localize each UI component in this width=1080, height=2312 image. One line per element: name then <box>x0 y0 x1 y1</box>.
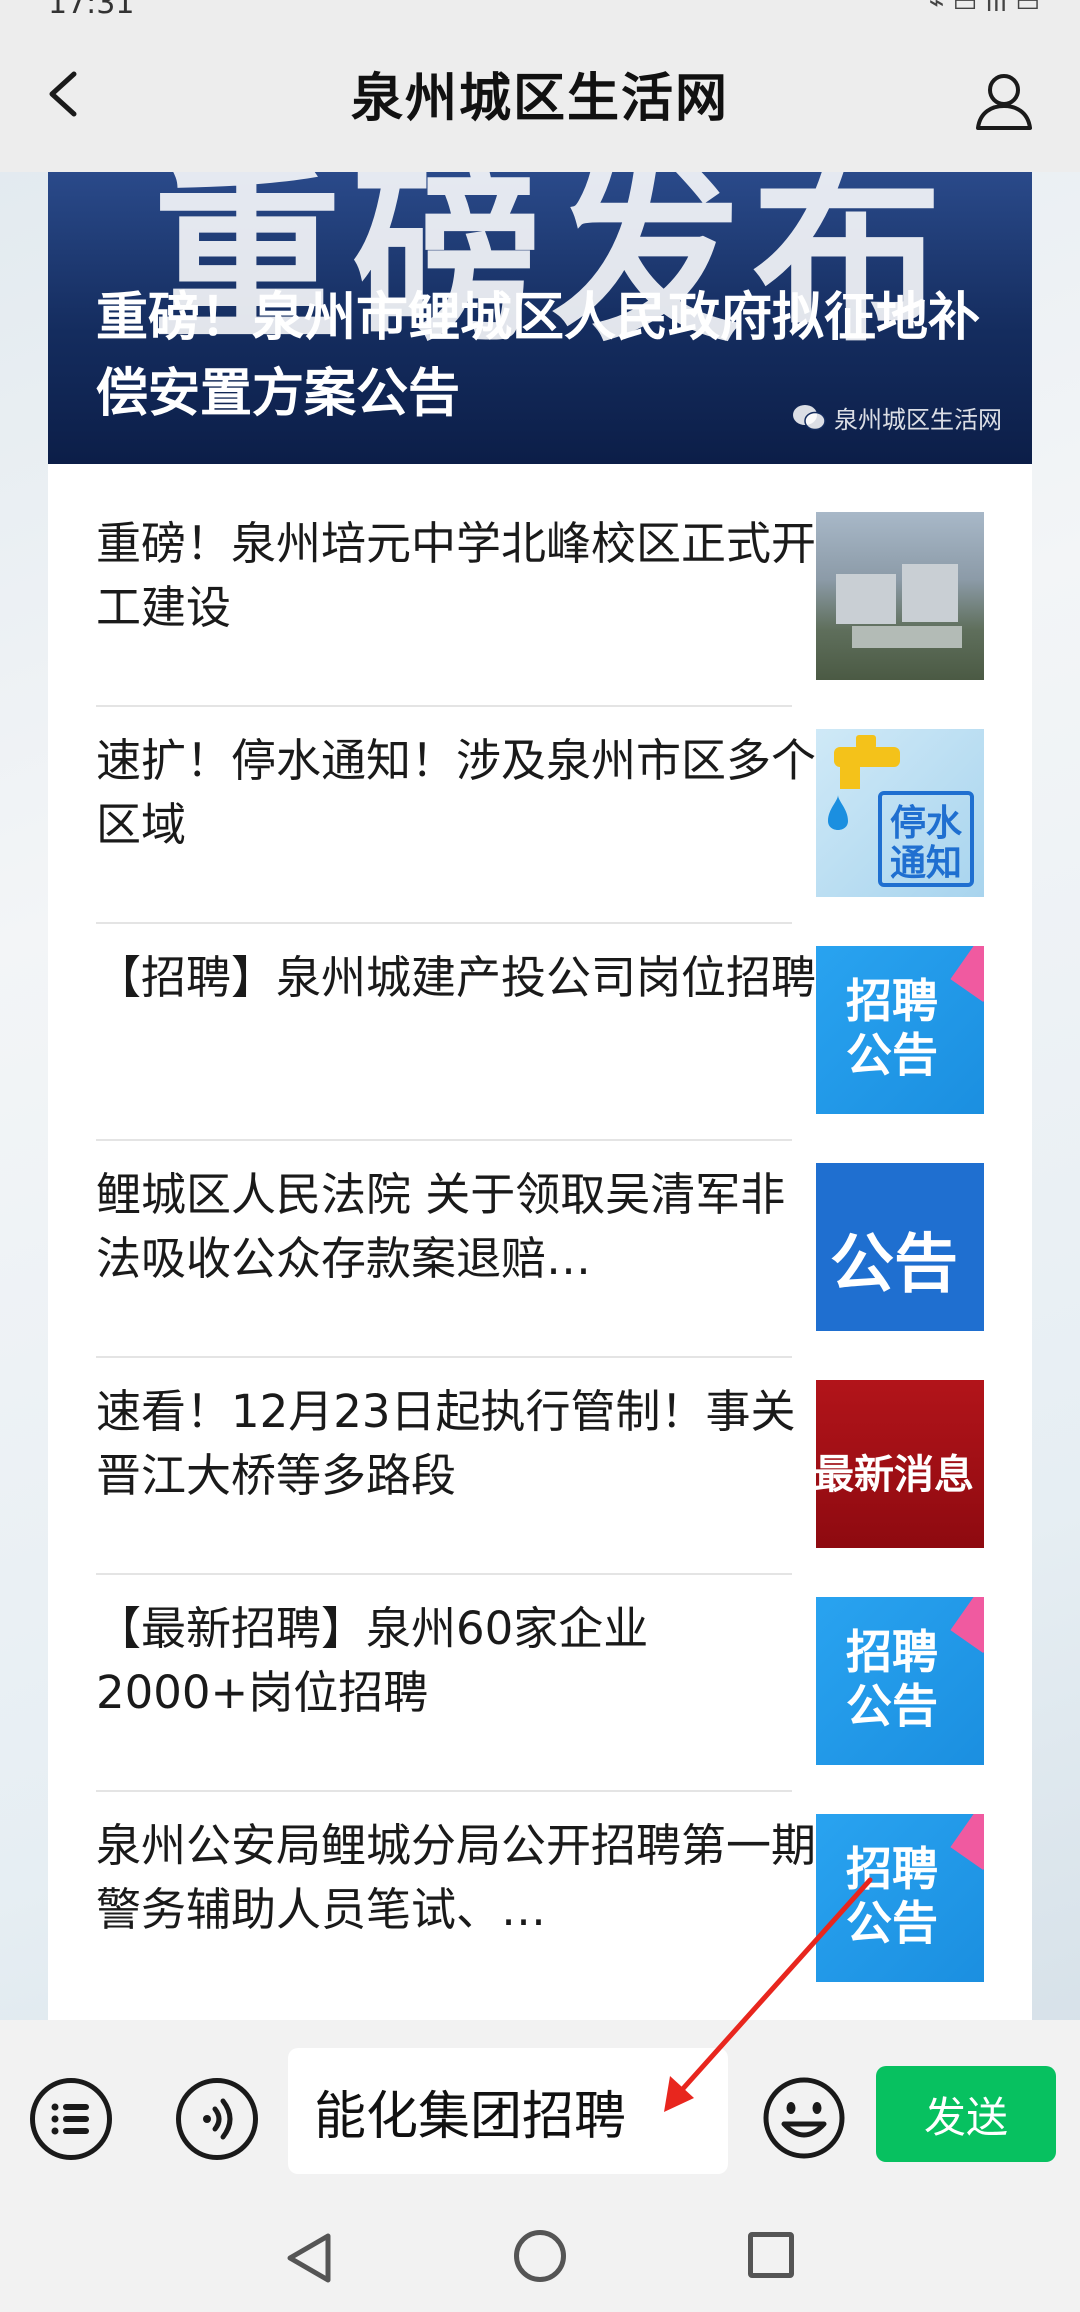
user-icon[interactable] <box>972 68 1036 132</box>
nav-back-icon[interactable] <box>282 2230 338 2286</box>
list-item[interactable]: 泉州公安局鲤城分局公开招聘第一期警务辅助人员笔试、… 招聘 公告 <box>48 1766 1032 1983</box>
article-thumbnail: 停水 通知 <box>816 729 984 897</box>
thumb-text: 最新消息 <box>816 1452 974 1498</box>
list-item[interactable]: 【招聘】泉州城建产投公司岗位招聘 招聘 公告 <box>48 898 1032 1141</box>
thumb-stripe <box>950 946 984 1003</box>
send-button[interactable]: 发送 <box>876 2066 1056 2162</box>
thumb-text: 公告 <box>830 1228 958 1302</box>
list-item[interactable]: 鲤城区人民法院 关于领取吴清军非法吸收公众存款案退赔… 公告 <box>48 1115 1032 1358</box>
emoji-icon[interactable] <box>762 2076 846 2160</box>
app-screen: 17:31 ⌁ ▭ ıll ▭ 泉州城区生活网 重磅发布 重磅！泉州市鲤城区人民… <box>0 0 1080 2312</box>
wechat-icon <box>793 404 826 430</box>
system-nav-bar <box>0 2200 1080 2312</box>
article-thumbnail <box>816 512 984 680</box>
header-bar: 泉州城区生活网 <box>0 14 1080 172</box>
voice-icon[interactable] <box>176 2078 258 2160</box>
list-item[interactable]: 重磅！泉州培元中学北峰校区正式开工建设 <box>48 464 1032 707</box>
article-thumbnail: 公告 <box>816 1163 984 1331</box>
hero-source-label: 泉州城区生活网 <box>834 406 1002 434</box>
article-title: 【最新招聘】泉州60家企业2000+岗位招聘 <box>96 1602 649 1719</box>
thumb-stripe <box>950 1814 984 1871</box>
article-thumbnail: 最新消息 <box>816 1380 984 1548</box>
article-title: 速扩！停水通知！涉及泉州市区多个区域 <box>96 734 816 851</box>
thumb-text: 招聘 公告 <box>846 1842 938 1950</box>
article-title: 速看！12月23日起执行管制！事关晋江大桥等多路段 <box>96 1385 796 1502</box>
article-thumbnail: 招聘 公告 <box>816 1814 984 1982</box>
article-thumbnail: 招聘 公告 <box>816 946 984 1114</box>
article-list: 重磅！泉州培元中学北峰校区正式开工建设 速扩！停水通知！涉及泉州市区多个区域 停… <box>48 464 1032 1983</box>
thumb-text-top: 停水 <box>890 803 963 844</box>
article-card: 重磅发布 重磅！泉州市鲤城区人民政府拟征地补偿安置方案公告 泉州城区生活网 重磅… <box>48 172 1032 2020</box>
article-title: 泉州公安局鲤城分局公开招聘第一期警务辅助人员笔试、… <box>96 1819 816 1936</box>
thumb-text: 招聘 公告 <box>846 974 938 1082</box>
message-input[interactable] <box>288 2048 728 2174</box>
article-title: 【招聘】泉州城建产投公司岗位招聘 <box>96 951 816 1004</box>
article-thumbnail: 招聘 公告 <box>816 1597 984 1765</box>
hero-article[interactable]: 重磅发布 重磅！泉州市鲤城区人民政府拟征地补偿安置方案公告 泉州城区生活网 <box>48 172 1032 464</box>
article-title: 重磅！泉州培元中学北峰校区正式开工建设 <box>96 517 816 634</box>
list-item[interactable]: 速扩！停水通知！涉及泉州市区多个区域 停水 通知 <box>48 681 1032 924</box>
nav-recent-icon[interactable] <box>748 2232 794 2278</box>
list-item[interactable]: 速看！12月23日起执行管制！事关晋江大桥等多路段 最新消息 <box>48 1332 1032 1575</box>
faucet-icon: 停水 通知 <box>828 735 974 887</box>
status-bar: 17:31 ⌁ ▭ ıll ▭ <box>0 0 1080 21</box>
thumb-text: 招聘 公告 <box>846 1625 938 1733</box>
article-title: 鲤城区人民法院 关于领取吴清军非法吸收公众存款案退赔… <box>96 1168 786 1285</box>
back-icon[interactable] <box>40 70 88 118</box>
chat-input-bar: 发送 <box>0 2020 1080 2200</box>
list-item[interactable]: 【最新招聘】泉州60家企业2000+岗位招聘 招聘 公告 <box>48 1549 1032 1792</box>
nav-home-icon[interactable] <box>514 2230 566 2282</box>
thumb-text-bottom: 通知 <box>890 843 962 884</box>
page-title: 泉州城区生活网 <box>350 68 729 129</box>
menu-list-icon[interactable] <box>30 2078 112 2160</box>
hero-source: 泉州城区生活网 <box>792 400 1002 435</box>
thumb-stripe <box>950 1597 984 1654</box>
